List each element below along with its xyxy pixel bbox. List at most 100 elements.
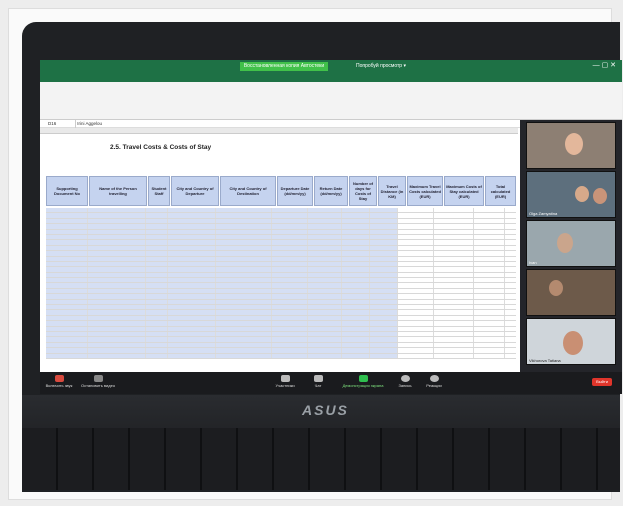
table-cell[interactable] (434, 299, 474, 305)
table-cell[interactable] (146, 256, 168, 261)
table-cell[interactable] (216, 251, 272, 256)
table-cell[interactable] (272, 234, 308, 240)
table-cell[interactable] (146, 208, 168, 213)
table-cell[interactable] (474, 272, 505, 278)
table-cell[interactable] (342, 256, 370, 261)
table-cell[interactable] (216, 310, 272, 315)
table-cell[interactable] (88, 229, 146, 234)
table-cell[interactable] (168, 267, 216, 272)
table-cell[interactable] (46, 208, 88, 213)
table-cell[interactable] (216, 305, 272, 310)
table-cell[interactable] (308, 261, 342, 267)
table-cell[interactable] (434, 326, 474, 331)
table-cell[interactable] (434, 256, 474, 261)
table-cell[interactable] (342, 261, 370, 267)
video-tile[interactable] (526, 122, 616, 169)
table-cell[interactable] (168, 299, 216, 305)
table-cell[interactable] (434, 245, 474, 251)
table-cell[interactable] (474, 267, 505, 272)
table-cell[interactable] (434, 261, 474, 267)
table-cell[interactable] (308, 224, 342, 229)
table-cell[interactable] (168, 256, 216, 261)
table-cell[interactable] (434, 208, 474, 213)
table-cell[interactable] (168, 288, 216, 294)
table-cell[interactable] (272, 272, 308, 278)
table-cell[interactable] (146, 278, 168, 283)
table-cell[interactable] (474, 213, 505, 218)
table-cell[interactable] (474, 353, 505, 358)
table-cell[interactable] (474, 310, 505, 315)
table-cell[interactable] (168, 278, 216, 283)
table-cell[interactable] (88, 267, 146, 272)
leave-button[interactable]: Выйти (592, 378, 612, 386)
table-cell[interactable] (342, 342, 370, 348)
table-cell[interactable] (474, 261, 505, 267)
table-cell[interactable] (146, 353, 168, 358)
table-cell[interactable] (168, 353, 216, 358)
table-cell[interactable] (342, 337, 370, 342)
table-cell[interactable] (88, 353, 146, 358)
table-cell[interactable] (88, 326, 146, 331)
table-cell[interactable] (398, 245, 434, 251)
table-cell[interactable] (308, 337, 342, 342)
table-cell[interactable] (168, 337, 216, 342)
table-cell[interactable] (168, 208, 216, 213)
table-cell[interactable] (168, 305, 216, 310)
table-cell[interactable] (88, 208, 146, 213)
table-cell[interactable] (474, 315, 505, 321)
table-cell[interactable] (146, 337, 168, 342)
table-cell[interactable] (308, 272, 342, 278)
table-cell[interactable] (168, 310, 216, 315)
table-cell[interactable] (168, 245, 216, 251)
table-cell[interactable] (398, 251, 434, 256)
table-cell[interactable] (168, 294, 216, 299)
table-cell[interactable] (308, 229, 342, 234)
table-cell[interactable] (398, 272, 434, 278)
table-cell[interactable] (146, 272, 168, 278)
table-cell[interactable] (370, 240, 398, 245)
table-cell[interactable] (398, 353, 434, 358)
table-cell[interactable] (342, 348, 370, 353)
table-cell[interactable] (308, 240, 342, 245)
table-cell[interactable] (398, 288, 434, 294)
table-cell[interactable] (216, 213, 272, 218)
table-cell[interactable] (308, 294, 342, 299)
table-cell[interactable] (370, 348, 398, 353)
table-cell[interactable] (272, 288, 308, 294)
table-cell[interactable] (342, 213, 370, 218)
table-cell[interactable] (370, 326, 398, 331)
table-cell[interactable] (308, 278, 342, 283)
table-cell[interactable] (146, 288, 168, 294)
table-cell[interactable] (434, 310, 474, 315)
reactions-button[interactable]: Реакции (422, 375, 446, 388)
table-cell[interactable] (88, 256, 146, 261)
video-tile[interactable]: Ivan (526, 220, 616, 267)
table-cell[interactable] (216, 326, 272, 331)
table-cell[interactable] (398, 294, 434, 299)
table-cell[interactable] (146, 229, 168, 234)
table-cell[interactable] (398, 326, 434, 331)
table-cell[interactable] (474, 278, 505, 283)
table-cell[interactable] (216, 208, 272, 213)
table-cell[interactable] (474, 283, 505, 288)
table-cell[interactable] (398, 267, 434, 272)
table-cell[interactable] (272, 321, 308, 326)
table-cell[interactable] (272, 256, 308, 261)
table-cell[interactable] (146, 213, 168, 218)
table-cell[interactable] (272, 342, 308, 348)
table-cell[interactable] (168, 348, 216, 353)
table-cell[interactable] (88, 224, 146, 229)
table-cell[interactable] (272, 240, 308, 245)
table-cell[interactable] (474, 234, 505, 240)
table-cell[interactable] (370, 256, 398, 261)
table-cell[interactable] (398, 305, 434, 310)
table-cell[interactable] (46, 337, 88, 342)
table-cell[interactable] (370, 305, 398, 310)
table-cell[interactable] (216, 272, 272, 278)
table-cell[interactable] (88, 348, 146, 353)
table-cell[interactable] (398, 240, 434, 245)
table-cell[interactable] (272, 299, 308, 305)
table-cell[interactable] (46, 240, 88, 245)
table-cell[interactable] (370, 234, 398, 240)
table-cell[interactable] (88, 321, 146, 326)
